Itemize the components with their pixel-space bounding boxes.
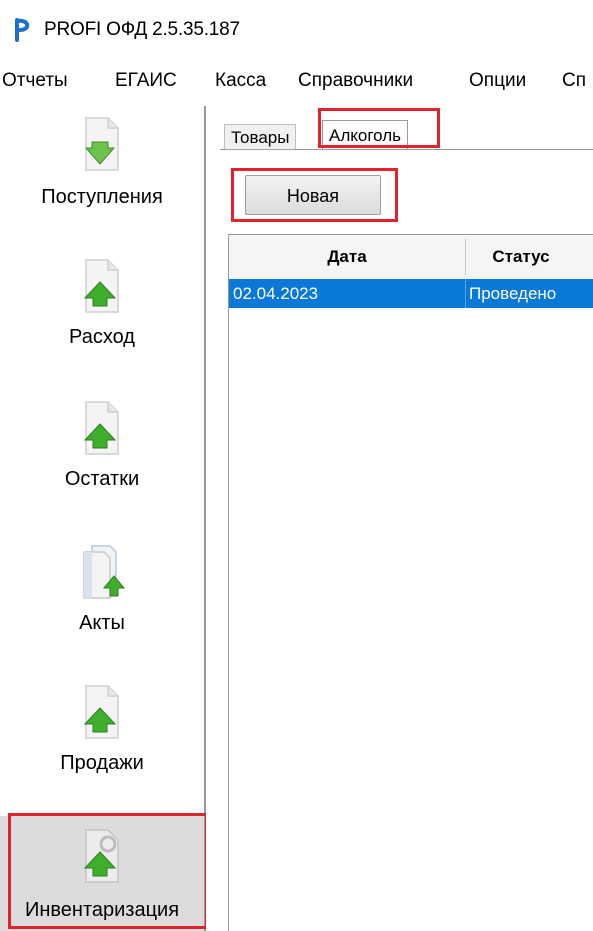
nav-item-acts[interactable]: Акты (0, 534, 204, 674)
cell-status: Проведено (469, 284, 557, 303)
arrow-up-document-icon (83, 401, 119, 455)
highlight-box-tab (318, 108, 440, 148)
nav-item-sales[interactable]: Продажи (0, 676, 204, 816)
nav-label-acts: Акты (79, 612, 125, 634)
menu-more[interactable]: Сп (562, 70, 586, 92)
highlight-box-inventory (8, 813, 208, 929)
table-row[interactable]: 02.04.2023 Проведено (229, 279, 593, 308)
arrow-up-document-icon (83, 259, 119, 313)
app-title: PROFI ОФД 2.5.35.187 (44, 19, 240, 40)
menu-cash[interactable]: Касса (215, 70, 266, 92)
arrow-up-document-icon (83, 685, 119, 739)
documents-table[interactable]: Дата Статус 02.04.2023 Проведено (228, 234, 593, 931)
nav-item-receipts[interactable]: Поступления (0, 108, 204, 248)
menu-options[interactable]: Опции (469, 70, 526, 92)
nav-label-receipts: Поступления (41, 186, 163, 208)
column-header-date[interactable]: Дата (229, 235, 465, 279)
table-header: Дата Статус (229, 235, 593, 280)
nav-item-expense[interactable]: Расход (0, 250, 204, 390)
documents-arrow-icon (83, 545, 126, 599)
menu-reports[interactable]: Отчеты (2, 70, 68, 92)
cell-date: 02.04.2023 (233, 284, 319, 303)
menu-bar: Отчеты ЕГАИС Касса Справочники Опции Сп (0, 56, 593, 106)
left-nav: Поступления Расход Остатки Акты Продажи … (0, 106, 206, 931)
tab-goods[interactable]: Товары (224, 124, 297, 150)
menu-egais[interactable]: ЕГАИС (115, 70, 177, 92)
column-header-status[interactable]: Статус (466, 235, 576, 279)
cell-separator (465, 279, 466, 308)
tab-divider (220, 149, 593, 150)
nav-item-stock[interactable]: Остатки (0, 392, 204, 532)
highlight-box-button (231, 168, 398, 222)
title-bar: PROFI ОФД 2.5.35.187 (0, 0, 593, 56)
nav-label-expense: Расход (69, 326, 135, 348)
nav-label-stock: Остатки (64, 468, 140, 490)
arrow-down-document-icon (84, 117, 119, 171)
app-logo-icon (15, 18, 30, 42)
nav-label-sales: Продажи (60, 752, 144, 774)
menu-directories[interactable]: Справочники (298, 70, 413, 92)
